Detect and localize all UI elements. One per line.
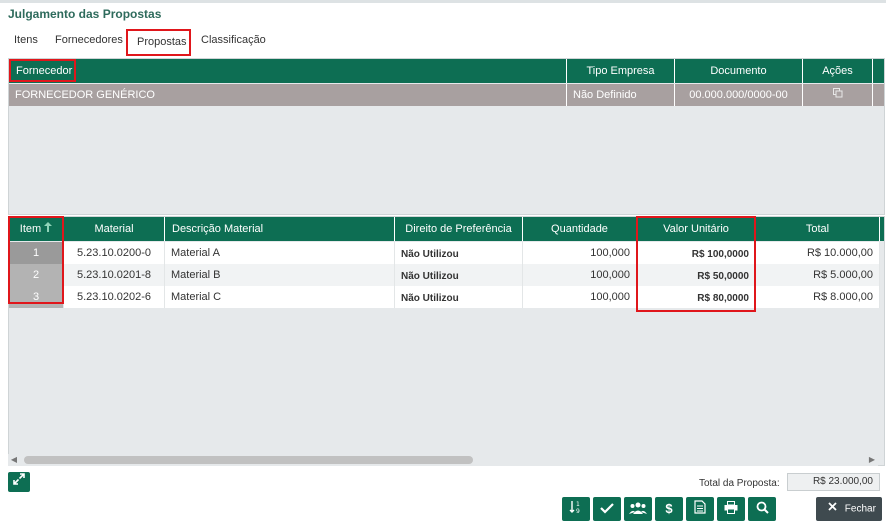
svg-text:1: 1 (576, 501, 580, 508)
item-number: 2 (9, 264, 64, 286)
col-total[interactable]: Total (756, 217, 880, 241)
col-documento[interactable]: Documento (675, 59, 803, 83)
col-material[interactable]: Material (64, 217, 165, 241)
horizontal-scrollbar[interactable]: ◀ ▶ (8, 454, 878, 466)
header-filler (880, 217, 884, 241)
material-description: Material B (165, 264, 395, 286)
supplier-actions (803, 84, 873, 106)
col-descricao[interactable]: Descrição Material (165, 217, 395, 241)
sort-numeric-icon: 19 (569, 498, 583, 522)
table-row[interactable]: 1 5.23.10.0200-0 Material A Não Utilizou… (9, 242, 884, 264)
expand-icon (13, 472, 25, 492)
quantity: 100,000 (523, 286, 637, 308)
material-code: 5.23.10.0201-8 (64, 264, 165, 286)
material-code: 5.23.10.0200-0 (64, 242, 165, 264)
price-button[interactable]: $ (655, 497, 683, 521)
col-direito[interactable]: Direito de Preferência (395, 217, 523, 241)
supplier-type: Não Definido (567, 84, 675, 106)
col-quantidade[interactable]: Quantidade (523, 217, 637, 241)
supplier-name: FORNECEDOR GENÉRICO (9, 84, 567, 106)
top-border (0, 0, 886, 3)
tab-propostas[interactable]: Propostas (137, 34, 187, 50)
col-acoes: Ações (803, 59, 873, 83)
items-table: Item Material Descrição Material Direito… (8, 216, 885, 466)
item-number: 1 (9, 242, 64, 264)
dollar-icon: $ (665, 501, 673, 516)
preference-right: Não Utilizou (395, 242, 523, 264)
tab-classificacao[interactable]: Classificação (201, 32, 266, 48)
preference-right: Não Utilizou (395, 264, 523, 286)
quantity: 100,000 (523, 242, 637, 264)
col-valor-unitario[interactable]: Valor Unitário (637, 217, 756, 241)
total-label: Total da Proposta: (699, 478, 780, 489)
quantity: 100,000 (523, 264, 637, 286)
col-tipo-empresa[interactable]: Tipo Empresa (567, 59, 675, 83)
col-item[interactable]: Item (9, 217, 64, 241)
search-icon (756, 498, 769, 522)
check-icon (600, 498, 614, 522)
confirm-button[interactable] (593, 497, 621, 521)
print-icon (724, 498, 738, 522)
total-value: R$ 8.000,00 (756, 286, 880, 308)
expand-button[interactable] (8, 472, 30, 492)
material-code: 5.23.10.0202-6 (64, 286, 165, 308)
preference-right: Não Utilizou (395, 286, 523, 308)
col-fornecedor[interactable]: Fornecedor (9, 59, 567, 83)
svg-text:9: 9 (576, 508, 580, 514)
document-button[interactable] (686, 497, 714, 521)
suppliers-table: Fornecedor Tipo Empresa Documento Ações … (8, 58, 885, 215)
material-description: Material A (165, 242, 395, 264)
document-icon (694, 498, 706, 522)
print-button[interactable] (717, 497, 745, 521)
unit-value: R$ 80,0000 (637, 286, 756, 308)
total-value: R$ 5.000,00 (756, 264, 880, 286)
users-button[interactable] (624, 497, 652, 521)
header-filler (873, 59, 884, 83)
unit-value: R$ 100,0000 (637, 242, 756, 264)
suppliers-header: Fornecedor Tipo Empresa Documento Ações (9, 59, 884, 83)
items-header: Item Material Descrição Material Direito… (9, 217, 884, 241)
item-number: 3 (9, 286, 64, 308)
supplier-document: 00.000.000/0000-00 (675, 84, 803, 106)
unit-value: R$ 50,0000 (637, 264, 756, 286)
close-button[interactable]: Fechar (816, 497, 882, 521)
users-icon (629, 498, 647, 522)
table-row[interactable]: 2 5.23.10.0201-8 Material B Não Utilizou… (9, 264, 884, 286)
copy-icon[interactable] (832, 84, 843, 106)
sort-up-icon[interactable] (44, 217, 53, 241)
col-item-label: Item (19, 223, 42, 235)
sort-numeric-button[interactable]: 19 (562, 497, 590, 521)
tab-bar: Itens Fornecedores Propostas Classificaç… (0, 30, 886, 58)
search-button[interactable] (748, 497, 776, 521)
tab-fornecedores[interactable]: Fornecedores (55, 32, 123, 48)
table-row[interactable]: 3 5.23.10.0202-6 Material C Não Utilizou… (9, 286, 884, 308)
material-description: Material C (165, 286, 395, 308)
close-icon (828, 497, 837, 521)
close-label: Fechar (844, 503, 876, 515)
total-field: R$ 23.000,00 (787, 473, 880, 491)
scroll-left-icon[interactable]: ◀ (10, 456, 18, 464)
tab-itens[interactable]: Itens (14, 32, 38, 48)
total-value: R$ 10.000,00 (756, 242, 880, 264)
scroll-thumb[interactable] (24, 456, 473, 464)
page-title: Julgamento das Propostas (8, 7, 162, 21)
scroll-right-icon[interactable]: ▶ (868, 456, 876, 464)
supplier-row[interactable]: FORNECEDOR GENÉRICO Não Definido 00.000.… (9, 84, 884, 106)
row-filler (873, 84, 884, 106)
